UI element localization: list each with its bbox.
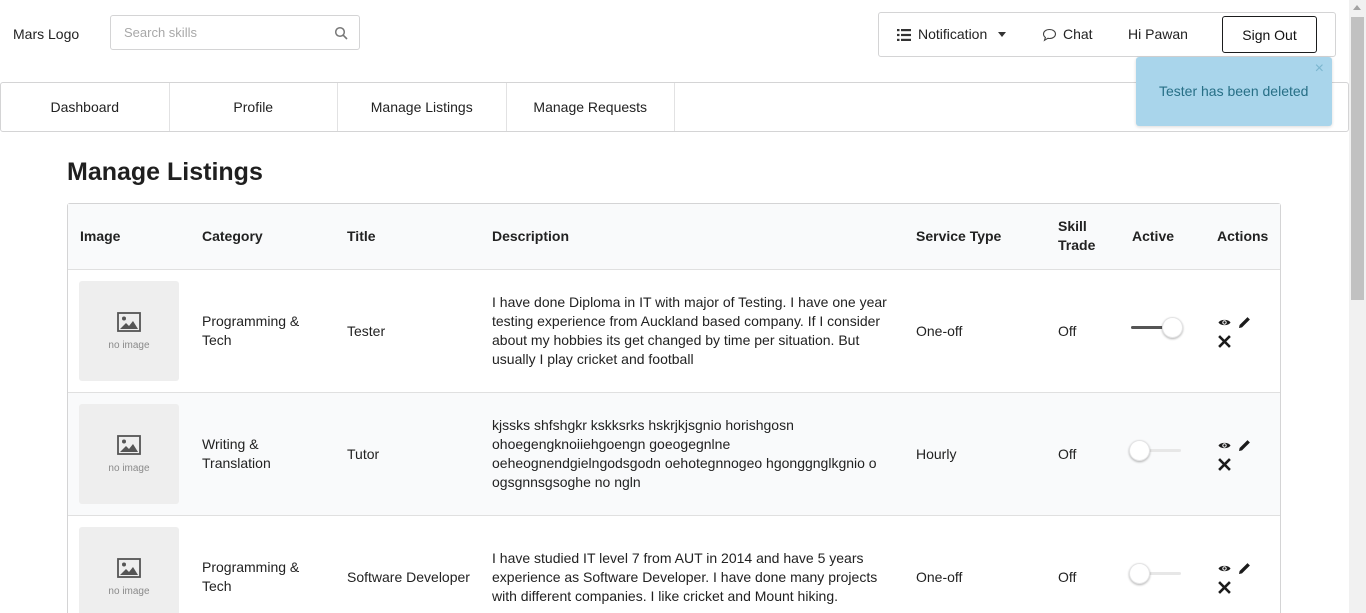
toggle-knob[interactable] (1162, 317, 1183, 338)
site-logo[interactable]: Mars Logo (13, 26, 79, 42)
image-icon (117, 435, 141, 455)
delete-x-icon[interactable] (1218, 581, 1231, 594)
edit-pencil-icon[interactable] (1238, 562, 1251, 575)
tab-dashboard[interactable]: Dashboard (1, 83, 170, 131)
table-row: no image Writing & Translation Tutor kjs… (68, 393, 1280, 516)
cell-description: kjssks shfshgkr kskksrks hskrjkjsgnio ho… (492, 417, 877, 490)
toast-message: Tester has been deleted (1159, 83, 1309, 99)
cell-description: I have studied IT level 7 from AUT in 20… (492, 549, 878, 604)
header-skill-trade: Skill Trade (1058, 204, 1095, 268)
cell-title: Tester (347, 322, 386, 339)
user-greeting[interactable]: Hi Pawan (1128, 13, 1188, 56)
scrollbar-thumb[interactable] (1351, 17, 1364, 300)
header-actions: Actions (1217, 227, 1269, 244)
tab-manage-requests[interactable]: Manage Requests (507, 83, 675, 131)
header-description: Description (492, 227, 570, 244)
cell-skill-trade: Off (1058, 322, 1077, 339)
search-input[interactable] (111, 16, 321, 49)
page-scrollbar[interactable] (1349, 0, 1366, 613)
notification-dropdown[interactable]: Notification (897, 13, 1007, 56)
notification-label: Notification (918, 26, 988, 42)
cell-category: Writing & Translation (202, 436, 271, 471)
scroll-up-arrow-icon[interactable] (1353, 5, 1361, 10)
cell-category: Programming & Tech (202, 313, 300, 348)
edit-pencil-icon[interactable] (1238, 439, 1251, 452)
list-icon (897, 28, 911, 41)
toggle-knob[interactable] (1129, 563, 1150, 584)
delete-x-icon[interactable] (1218, 335, 1231, 348)
no-image-label: no image (108, 463, 150, 474)
header-active: Active (1132, 227, 1175, 244)
listing-image-placeholder: no image (79, 404, 179, 504)
table-row: no image Programming & Tech Tester I hav… (68, 270, 1280, 393)
listings-table: Image Category Title Description Service… (67, 203, 1281, 613)
delete-x-icon[interactable] (1218, 458, 1231, 471)
header-category: Category (202, 227, 263, 244)
header-title: Title (347, 227, 376, 244)
page-title: Manage Listings (67, 158, 263, 186)
cell-service-type: Hourly (916, 445, 957, 462)
sign-out-button[interactable]: Sign Out (1222, 16, 1317, 53)
no-image-label: no image (108, 340, 150, 351)
active-toggle[interactable] (1129, 563, 1181, 584)
search-icon[interactable] (334, 26, 348, 40)
header-image: Image (80, 227, 121, 244)
listing-image-placeholder: no image (79, 281, 179, 381)
active-toggle[interactable] (1129, 440, 1181, 461)
listing-image-placeholder: no image (79, 527, 179, 613)
table-row: no image Programming & Tech Software Dev… (68, 516, 1280, 613)
top-menu: Notification Chat Hi Pawan Sign Out (878, 12, 1336, 57)
view-eye-icon[interactable] (1218, 562, 1231, 575)
view-eye-icon[interactable] (1218, 316, 1231, 329)
search-box (110, 15, 360, 50)
caret-down-icon (998, 32, 1007, 37)
table-header: Image Category Title Description Service… (68, 204, 1280, 270)
image-icon (117, 312, 141, 332)
view-eye-icon[interactable] (1218, 439, 1231, 452)
edit-pencil-icon[interactable] (1238, 316, 1251, 329)
no-image-label: no image (108, 586, 150, 597)
close-icon[interactable]: × (1315, 61, 1324, 77)
toast-notification: × Tester has been deleted (1136, 57, 1332, 126)
header-skill-trade-line1: Skill (1058, 218, 1087, 234)
cell-service-type: One-off (916, 322, 963, 339)
cell-skill-trade: Off (1058, 568, 1077, 585)
image-icon (117, 558, 141, 578)
cell-description: I have done Diploma in IT with major of … (492, 294, 887, 367)
cell-title: Software Developer (347, 568, 470, 585)
cell-skill-trade: Off (1058, 445, 1077, 462)
cell-service-type: One-off (916, 568, 963, 585)
tab-profile[interactable]: Profile (170, 83, 338, 131)
tab-manage-listings[interactable]: Manage Listings (338, 83, 507, 131)
toggle-fill (1131, 326, 1164, 329)
cell-title: Tutor (347, 445, 380, 462)
cell-category: Programming & Tech (202, 559, 300, 594)
header-service-type: Service Type (916, 227, 1002, 244)
toggle-knob[interactable] (1129, 440, 1150, 461)
header-skill-trade-line2: Trade (1058, 237, 1096, 253)
active-toggle[interactable] (1131, 317, 1183, 338)
chat-bubble-icon (1042, 28, 1057, 42)
chat-link[interactable]: Chat (1042, 13, 1093, 56)
chat-label: Chat (1063, 26, 1093, 42)
